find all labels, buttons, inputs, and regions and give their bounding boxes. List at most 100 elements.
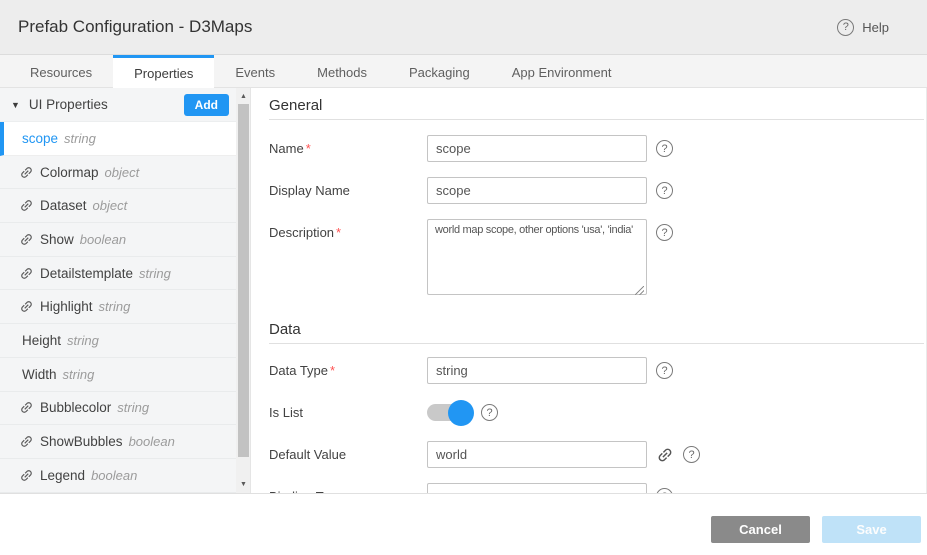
description-textarea[interactable]: world map scope, other options 'usa', 'i…	[427, 219, 647, 295]
property-name: Height	[22, 333, 61, 348]
property-type: string	[99, 299, 131, 314]
tab-resources[interactable]: Resources	[9, 55, 113, 87]
content-area: ▼ UI Properties Add scope string Colorma…	[0, 88, 927, 493]
link-icon	[19, 266, 34, 281]
property-name: Show	[40, 232, 74, 247]
property-name: Bubblecolor	[40, 400, 111, 415]
default-value-input[interactable]	[427, 441, 647, 468]
link-icon	[19, 232, 34, 247]
property-name: Dataset	[40, 198, 87, 213]
section-title-general: General	[269, 88, 924, 120]
field-label: Default Value	[269, 441, 427, 462]
link-icon	[19, 434, 34, 449]
link-icon	[19, 400, 34, 415]
property-type: boolean	[80, 232, 126, 247]
scroll-up-icon[interactable]: ▲	[236, 89, 251, 103]
required-marker: *	[336, 225, 341, 240]
field-row-data-type: Data Type* ?	[269, 357, 924, 384]
ui-properties-group-header: ▼ UI Properties Add	[0, 88, 236, 122]
display-name-input[interactable]	[427, 177, 647, 204]
is-list-toggle[interactable]	[427, 404, 472, 421]
sidebar-item-legend[interactable]: Legend boolean	[0, 459, 236, 493]
binding-type-select[interactable]: ▾	[427, 483, 647, 493]
sidebar-item-colormap[interactable]: Colormap object	[0, 156, 236, 190]
default-value-help-icon[interactable]: ?	[683, 446, 700, 463]
cancel-button[interactable]: Cancel	[711, 516, 810, 543]
sidebar-item-bubblecolor[interactable]: Bubblecolor string	[0, 392, 236, 426]
tab-app-environment[interactable]: App Environment	[491, 55, 633, 87]
sidebar-item-dataset[interactable]: Dataset object	[0, 189, 236, 223]
tab-bar: Resources Properties Events Methods Pack…	[0, 55, 927, 88]
sidebar-item-show[interactable]: Show boolean	[0, 223, 236, 257]
property-type: string	[117, 400, 149, 415]
prefab-configuration-dialog: Prefab Configuration - D3Maps ? Help Res…	[0, 0, 927, 555]
default-value-label: Default Value	[269, 447, 346, 462]
data-type-input[interactable]	[427, 357, 647, 384]
group-label: UI Properties	[29, 97, 108, 112]
property-form: General Name* ? Display Name ?	[251, 88, 927, 493]
description-label: Description	[269, 225, 334, 240]
is-list-help-icon[interactable]: ?	[481, 404, 498, 421]
field-label: Display Name	[269, 177, 427, 198]
property-name: Legend	[40, 468, 85, 483]
field-label: Description*	[269, 219, 427, 240]
field-label: Data Type*	[269, 357, 427, 378]
sidebar-item-width[interactable]: Width string	[0, 358, 236, 392]
tab-methods[interactable]: Methods	[296, 55, 388, 87]
link-icon	[19, 198, 34, 213]
display-name-label: Display Name	[269, 183, 350, 198]
name-label: Name	[269, 141, 304, 156]
property-type: boolean	[129, 434, 175, 449]
data-type-label: Data Type	[269, 363, 328, 378]
field-row-name: Name* ?	[269, 135, 924, 162]
page-title: Prefab Configuration - D3Maps	[18, 17, 252, 37]
sidebar-item-height[interactable]: Height string	[0, 324, 236, 358]
help-button[interactable]: ? Help	[837, 19, 889, 36]
help-icon: ?	[837, 19, 854, 36]
field-row-is-list: Is List ?	[269, 399, 924, 426]
property-name: Colormap	[40, 165, 99, 180]
sidebar-scrollbar[interactable]: ▲ ▼	[236, 88, 251, 493]
tab-packaging[interactable]: Packaging	[388, 55, 491, 87]
section-title-data: Data	[269, 312, 924, 344]
property-type: string	[63, 367, 95, 382]
property-name: Detailstemplate	[40, 266, 133, 281]
resize-handle-icon[interactable]	[635, 286, 644, 295]
name-input[interactable]	[427, 135, 647, 162]
sidebar-item-detailstemplate[interactable]: Detailstemplate string	[0, 257, 236, 291]
collapse-caret-icon[interactable]: ▼	[11, 100, 20, 110]
data-type-help-icon[interactable]: ?	[656, 362, 673, 379]
property-type: object	[105, 165, 140, 180]
display-name-help-icon[interactable]: ?	[656, 182, 673, 199]
tab-events[interactable]: Events	[214, 55, 296, 87]
add-property-button[interactable]: Add	[184, 94, 229, 116]
scrollbar-thumb[interactable]	[238, 104, 249, 457]
dialog-footer: Cancel Save	[0, 493, 927, 555]
field-label: Name*	[269, 135, 427, 156]
property-name: Highlight	[40, 299, 93, 314]
field-label: Is List	[269, 399, 427, 420]
property-name: scope	[22, 131, 58, 146]
name-help-icon[interactable]: ?	[656, 140, 673, 157]
properties-sidebar: ▼ UI Properties Add scope string Colorma…	[0, 88, 236, 493]
is-list-label: Is List	[269, 405, 303, 420]
field-row-binding-type: Binding Type ▾ ?	[269, 483, 924, 493]
sidebar-item-highlight[interactable]: Highlight string	[0, 290, 236, 324]
field-row-default-value: Default Value ?	[269, 441, 924, 468]
field-label: Binding Type	[269, 483, 427, 493]
link-icon	[19, 299, 34, 314]
scroll-down-icon[interactable]: ▼	[236, 477, 251, 491]
toggle-knob	[448, 400, 474, 426]
save-button[interactable]: Save	[822, 516, 921, 543]
bind-link-icon[interactable]	[656, 446, 674, 464]
description-help-icon[interactable]: ?	[656, 224, 673, 241]
sidebar-item-showbubbles[interactable]: ShowBubbles boolean	[0, 425, 236, 459]
tab-properties[interactable]: Properties	[113, 55, 214, 88]
sidebar-item-scope[interactable]: scope string	[0, 122, 236, 156]
property-name: Width	[22, 367, 57, 382]
property-type: object	[93, 198, 128, 213]
dialog-header: Prefab Configuration - D3Maps ? Help	[0, 0, 927, 55]
required-marker: *	[330, 363, 335, 378]
help-label: Help	[862, 20, 889, 35]
property-type: boolean	[91, 468, 137, 483]
